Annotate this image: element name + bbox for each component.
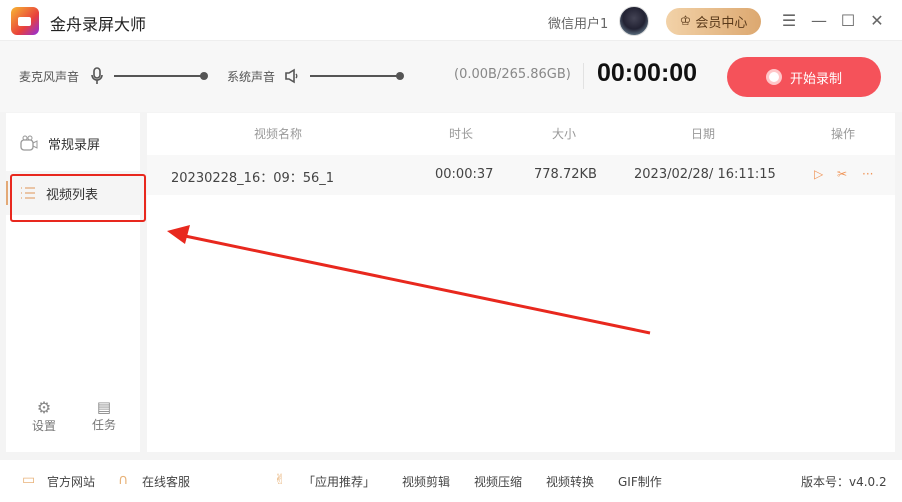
video-date: 2023/02/28/ 16:11:15 bbox=[634, 167, 776, 182]
tasks-label: 任务 bbox=[91, 418, 116, 432]
footer: ▭ 官方网站 ∩ 在线客服 ✌ 「应用推荐」 视频剪辑 视频压缩 视频转换 GI… bbox=[0, 460, 902, 502]
header-size: 大小 bbox=[552, 127, 577, 141]
speaker-icon[interactable] bbox=[284, 68, 300, 84]
video-size: 778.72KB bbox=[534, 167, 597, 182]
video-compress-link[interactable]: 视频压缩 bbox=[474, 473, 522, 490]
menu-icon[interactable]: ☰ bbox=[779, 11, 799, 30]
system-volume-slider[interactable] bbox=[310, 72, 404, 80]
username[interactable]: 微信用户1 bbox=[548, 13, 608, 32]
maximize-button[interactable]: ☐ bbox=[838, 11, 858, 30]
header-name: 视频名称 bbox=[254, 127, 303, 141]
header-date: 日期 bbox=[691, 127, 716, 141]
vip-center-button[interactable]: ♔ 会员中心 bbox=[666, 8, 761, 35]
camera-icon bbox=[20, 135, 38, 151]
video-edit-link[interactable]: 视频剪辑 bbox=[402, 473, 450, 490]
divider bbox=[583, 63, 584, 89]
sidebar-item-video-list[interactable]: 视频列表 bbox=[6, 171, 140, 215]
close-button[interactable]: ✕ bbox=[867, 11, 887, 30]
website-link[interactable]: 官方网站 bbox=[47, 473, 95, 490]
support-link[interactable]: 在线客服 bbox=[142, 473, 190, 490]
app-logo bbox=[11, 7, 39, 35]
nav-label: 视频列表 bbox=[46, 187, 99, 203]
thumbs-up-icon: ✌ bbox=[274, 472, 286, 488]
slider-handle[interactable] bbox=[200, 72, 208, 80]
crown-icon: ♔ bbox=[679, 14, 692, 29]
gif-maker-link[interactable]: GIF制作 bbox=[618, 473, 662, 490]
record-icon bbox=[765, 69, 782, 85]
record-timer: 00:00:00 bbox=[597, 59, 698, 87]
video-list-panel: 视频名称 时长 大小 日期 操作 20230228_16：09：56_1 00:… bbox=[147, 113, 895, 452]
mic-label: 麦克风声音 bbox=[19, 70, 80, 84]
slider-handle[interactable] bbox=[396, 72, 404, 80]
video-duration: 00:00:37 bbox=[435, 167, 494, 182]
sidebar-item-regular-record[interactable]: 常规录屏 bbox=[6, 121, 140, 165]
app-title: 金舟录屏大师 bbox=[50, 15, 147, 34]
settings-label: 设置 bbox=[31, 419, 56, 433]
sidebar: 常规录屏 视频列表 ⚙ 设置 ▤ 任务 bbox=[6, 113, 140, 452]
video-name: 20230228_16：09：56_1 bbox=[171, 171, 335, 186]
header-duration: 时长 bbox=[449, 127, 474, 141]
table-row[interactable]: 20230228_16：09：56_1 00:00:37 778.72KB 20… bbox=[147, 155, 895, 195]
play-icon[interactable]: ▷ bbox=[814, 167, 823, 181]
scissors-icon[interactable]: ✂ bbox=[837, 167, 847, 181]
recommend-label: 「应用推荐」 bbox=[303, 475, 376, 489]
storage-info: (0.00B/265.86GB) bbox=[454, 67, 571, 82]
version-label: 版本号：v4.0.2 bbox=[801, 475, 887, 489]
nav-label: 常规录屏 bbox=[48, 137, 101, 153]
microphone-icon[interactable] bbox=[90, 67, 104, 85]
system-sound-label: 系统声音 bbox=[227, 70, 276, 84]
start-record-button[interactable]: 开始录制 bbox=[727, 57, 881, 97]
tasks-button[interactable]: ▤ 任务 bbox=[84, 398, 124, 433]
settings-button[interactable]: ⚙ 设置 bbox=[24, 398, 64, 434]
header-actions: 操作 bbox=[831, 127, 856, 141]
title-bar: 金舟录屏大师 微信用户1 ♔ 会员中心 ☰ — ☐ ✕ bbox=[0, 0, 902, 41]
toolbar: 麦克风声音 系统声音 (0.00B/265.86GB) 00:00:00 开始录… bbox=[0, 41, 902, 112]
avatar[interactable] bbox=[619, 6, 649, 36]
list-icon bbox=[21, 187, 35, 199]
clipboard-icon: ▤ bbox=[96, 398, 112, 416]
vip-label: 会员中心 bbox=[695, 16, 748, 31]
monitor-icon: ▭ bbox=[22, 472, 36, 488]
headset-icon: ∩ bbox=[118, 472, 129, 488]
gear-icon: ⚙ bbox=[36, 398, 52, 417]
minimize-button[interactable]: — bbox=[809, 11, 829, 30]
more-icon[interactable]: ··· bbox=[862, 167, 873, 181]
mic-volume-slider[interactable] bbox=[114, 72, 208, 80]
record-label: 开始录制 bbox=[789, 71, 842, 87]
video-convert-link[interactable]: 视频转换 bbox=[546, 473, 594, 490]
